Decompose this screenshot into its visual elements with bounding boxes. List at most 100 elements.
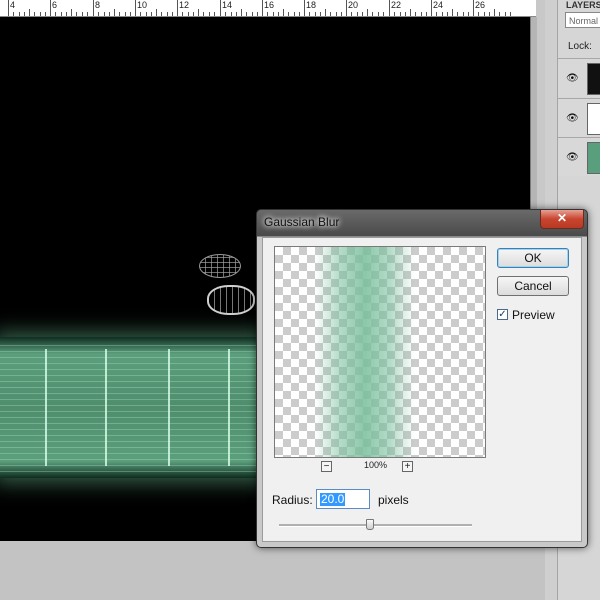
radius-slider-track[interactable] [279,524,472,527]
ruler-minor-tick [82,12,83,16]
workspace-background [0,541,545,600]
ruler-minor-tick [29,9,30,16]
ruler-minor-tick [119,12,120,16]
preview-checkbox[interactable]: ✓ [497,309,508,320]
ruler-label: 10 [137,0,148,10]
layer-row[interactable]: 👁 [558,58,600,97]
ruler-minor-tick [510,12,511,16]
ruler-minor-tick [241,9,242,16]
layer-row[interactable]: 👁 [558,98,600,137]
ruler-major-tick [473,0,474,16]
layer-row[interactable]: 👁 [558,137,600,176]
gaussian-blur-dialog: Gaussian Blur ✕ − 100% + OK Cancel ✓ Pre… [256,209,588,548]
ruler-minor-tick [405,12,406,16]
ruler-minor-tick [341,12,342,16]
ruler-label: 14 [222,0,233,10]
ruler-minor-tick [13,12,14,16]
ruler-minor-tick [231,12,232,16]
dialog-body: − 100% + OK Cancel ✓ Preview Radius: 20.… [262,237,582,542]
ruler-label: 4 [10,0,16,10]
ruler-minor-tick [246,12,247,16]
eye-icon[interactable]: 👁 [566,73,579,84]
ruler-minor-tick [151,12,152,16]
ruler-minor-tick [478,12,479,16]
ruler-minor-tick [505,12,506,16]
ruler-minor-tick [236,12,237,16]
zoom-out-button[interactable]: − [321,461,332,472]
zoom-level-label: 100% [364,460,388,470]
close-button[interactable]: ✕ [540,210,584,229]
layer-thumbnail [587,142,600,174]
ruler-label: 18 [306,0,317,10]
wireframe-mesh-shape [199,254,241,278]
ruler-minor-tick [273,12,274,16]
ruler-minor-tick [367,9,368,16]
ruler-minor-tick [372,12,373,16]
ruler-minor-tick [394,12,395,16]
ruler-minor-tick [40,12,41,16]
ruler-label: 26 [475,0,486,10]
ruler-minor-tick [146,12,147,16]
zoom-in-button[interactable]: + [402,461,413,472]
layer-thumbnail [587,63,600,95]
ruler-minor-tick [156,9,157,16]
ruler-minor-tick [288,12,289,16]
ruler-minor-tick [362,12,363,16]
horizontal-ruler: 4 6 8 10 12 14 16 18 20 22 24 26 [0,0,536,17]
ruler-minor-tick [309,12,310,16]
ruler-minor-tick [98,12,99,16]
radius-input[interactable]: 20.0 [316,489,370,509]
ruler-minor-tick [114,9,115,16]
ruler-label: 16 [264,0,275,10]
ruler-minor-tick [203,12,204,16]
band-vertical-highlight [105,349,107,466]
band-vertical-highlight [45,349,47,466]
ruler-minor-tick [278,12,279,16]
ruler-major-tick [346,0,347,16]
ruler-minor-tick [161,12,162,16]
ruler-minor-tick [19,12,20,16]
ruler-major-tick [220,0,221,16]
ruler-minor-tick [442,12,443,16]
ruler-minor-tick [172,12,173,16]
ruler-minor-tick [267,12,268,16]
ruler-minor-tick [325,9,326,16]
ruler-minor-tick [252,12,253,16]
ruler-minor-tick [198,9,199,16]
band-texture-line [0,345,300,346]
ruler-minor-tick [357,12,358,16]
ruler-major-tick [262,0,263,16]
ruler-label: 22 [391,0,402,10]
blurred-preview-content [315,247,415,457]
ruler-minor-tick [87,12,88,16]
eye-icon[interactable]: 👁 [566,152,579,163]
ruler-minor-tick [34,12,35,16]
ruler-minor-tick [71,9,72,16]
ruler-minor-tick [283,9,284,16]
ruler-minor-tick [400,12,401,16]
ruler-minor-tick [452,9,453,16]
ruler-minor-tick [76,12,77,16]
ruler-minor-tick [421,12,422,16]
dialog-title: Gaussian Blur [264,215,340,229]
blur-preview-pane[interactable] [274,246,486,458]
ruler-minor-tick [499,12,500,16]
pixels-unit-label: pixels [378,493,409,507]
ruler-label: 20 [348,0,359,10]
layers-panel-title: LAYERS [566,0,600,10]
ruler-minor-tick [24,12,25,16]
radius-label: Radius: [272,493,313,507]
eye-icon[interactable]: 👁 [566,113,579,124]
ruler-label: 12 [179,0,190,10]
ruler-minor-tick [294,12,295,16]
ruler-major-tick [431,0,432,16]
ruler-minor-tick [130,12,131,16]
ok-button[interactable]: OK [497,248,569,268]
blend-mode-select[interactable]: Normal [565,12,600,28]
ruler-major-tick [50,0,51,16]
cancel-button[interactable]: Cancel [497,276,569,296]
ruler-minor-tick [109,12,110,16]
ruler-minor-tick [125,12,126,16]
ruler-minor-tick [209,12,210,16]
radius-slider-thumb[interactable] [366,519,374,530]
